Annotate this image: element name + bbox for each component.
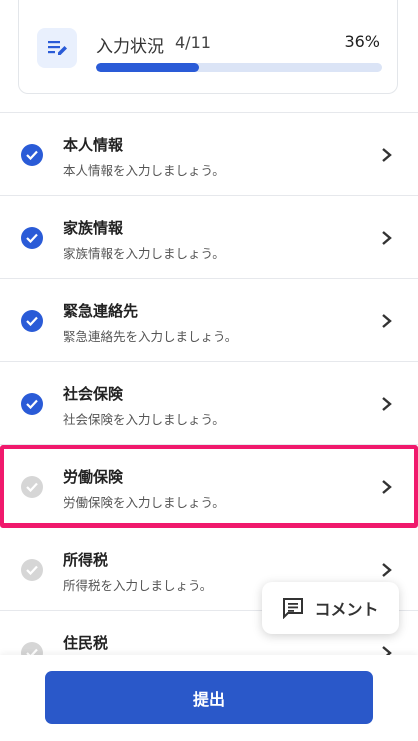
check-circle-icon: [21, 144, 43, 166]
item-subtitle: 本人情報を入力しましょう。: [63, 163, 225, 178]
item-title: 本人情報: [63, 136, 124, 154]
chevron-right-icon: [382, 314, 392, 328]
item-title: 所得税: [63, 551, 109, 569]
list-item[interactable]: 緊急連絡先 緊急連絡先を入力しましょう。: [0, 279, 418, 362]
check-circle-icon: [21, 393, 43, 415]
check-circle-icon: [21, 476, 43, 498]
check-circle-icon: [21, 559, 43, 581]
list-item[interactable]: 労働保険 労働保険を入力しましょう。: [0, 445, 418, 528]
item-subtitle: 所得税を入力しましょう。: [63, 578, 213, 593]
item-title: 緊急連絡先: [63, 302, 139, 320]
progress-count: 4/11: [175, 33, 211, 52]
chevron-right-icon: [382, 231, 392, 245]
item-subtitle: 緊急連絡先を入力しましょう。: [63, 329, 238, 344]
list-item[interactable]: 家族情報 家族情報を入力しましょう。: [0, 196, 418, 279]
progress-percent: 36%: [344, 32, 380, 51]
check-circle-icon: [21, 310, 43, 332]
progress-section: 入力状況 4/11 36%: [0, 0, 418, 113]
progress-bar-fill: [96, 63, 199, 72]
page: 入力状況 4/11 36% 本人情報 本人情報を入力しましょう。 家族情報 家族…: [0, 0, 418, 741]
check-circle-icon: [21, 227, 43, 249]
progress-bar: [96, 63, 382, 72]
item-subtitle: 労働保険を入力しましょう。: [63, 495, 225, 510]
form-edit-icon: [37, 28, 77, 68]
list-item[interactable]: 本人情報 本人情報を入力しましょう。: [0, 113, 418, 196]
progress-title: 入力状況: [96, 37, 164, 57]
list-item[interactable]: 社会保険 社会保険を入力しましょう。: [0, 362, 418, 445]
chevron-right-icon: [382, 563, 392, 577]
item-title: 労働保険: [63, 468, 124, 486]
comment-icon: [283, 598, 304, 619]
submit-button[interactable]: 提出: [45, 671, 373, 724]
item-title: 家族情報: [63, 219, 124, 237]
chevron-right-icon: [382, 148, 392, 162]
comment-button-label: コメント: [314, 600, 379, 619]
item-title: 住民税: [63, 634, 109, 652]
item-subtitle: 家族情報を入力しましょう。: [63, 246, 225, 261]
chevron-right-icon: [382, 480, 392, 494]
chevron-right-icon: [382, 397, 392, 411]
comment-button[interactable]: コメント: [262, 582, 399, 634]
bottom-bar: 提出: [0, 655, 418, 741]
progress-card: 入力状況 4/11 36%: [18, 0, 398, 94]
item-subtitle: 社会保険を入力しましょう。: [63, 412, 225, 427]
item-title: 社会保険: [63, 385, 124, 403]
